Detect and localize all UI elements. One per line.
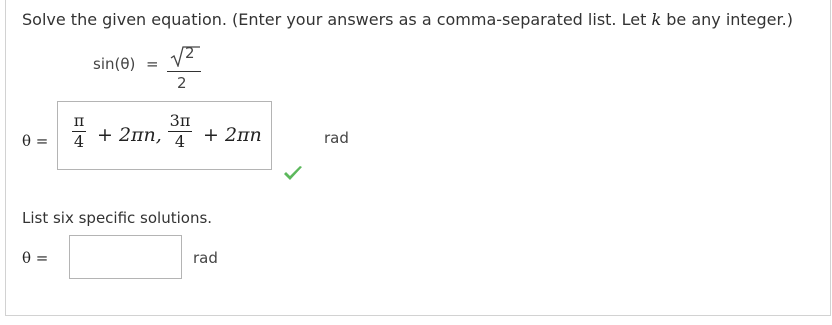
answer1-term2-tail: + 2πn [203, 124, 262, 146]
check-icon [284, 166, 302, 180]
fraction-1-numerator: π [73, 111, 85, 130]
question-prompt: Solve the given equation. (Enter your an… [22, 10, 793, 29]
answer1-unit: rad [324, 129, 349, 147]
answer1-fraction-1: π 4 [72, 112, 86, 151]
answer1-term1-tail: + 2πn, [97, 124, 162, 146]
prompt-variable: k [651, 10, 662, 29]
answer1-fraction-2: 3π 4 [168, 112, 192, 151]
answer2-label: θ = [22, 249, 49, 267]
answer1-label: θ = [22, 132, 49, 150]
equation-rhs-denominator: 2 [177, 74, 187, 92]
list-prompt: List six specific solutions. [22, 209, 213, 227]
equation-equals: = [146, 55, 159, 73]
fraction-1-denominator: 4 [73, 132, 85, 151]
answer2-input[interactable] [69, 235, 182, 279]
fraction-2-numerator: 3π [169, 111, 191, 130]
answer2-unit: rad [193, 249, 218, 267]
prompt-text-post: be any integer.) [661, 10, 793, 29]
equation-fraction-bar [167, 71, 201, 72]
equation-lhs: sin(θ) [93, 55, 136, 73]
fraction-2-denominator: 4 [174, 132, 186, 151]
equation-rhs-numerator: 2 [185, 44, 195, 62]
prompt-text-pre: Solve the given equation. (Enter your an… [22, 10, 652, 29]
